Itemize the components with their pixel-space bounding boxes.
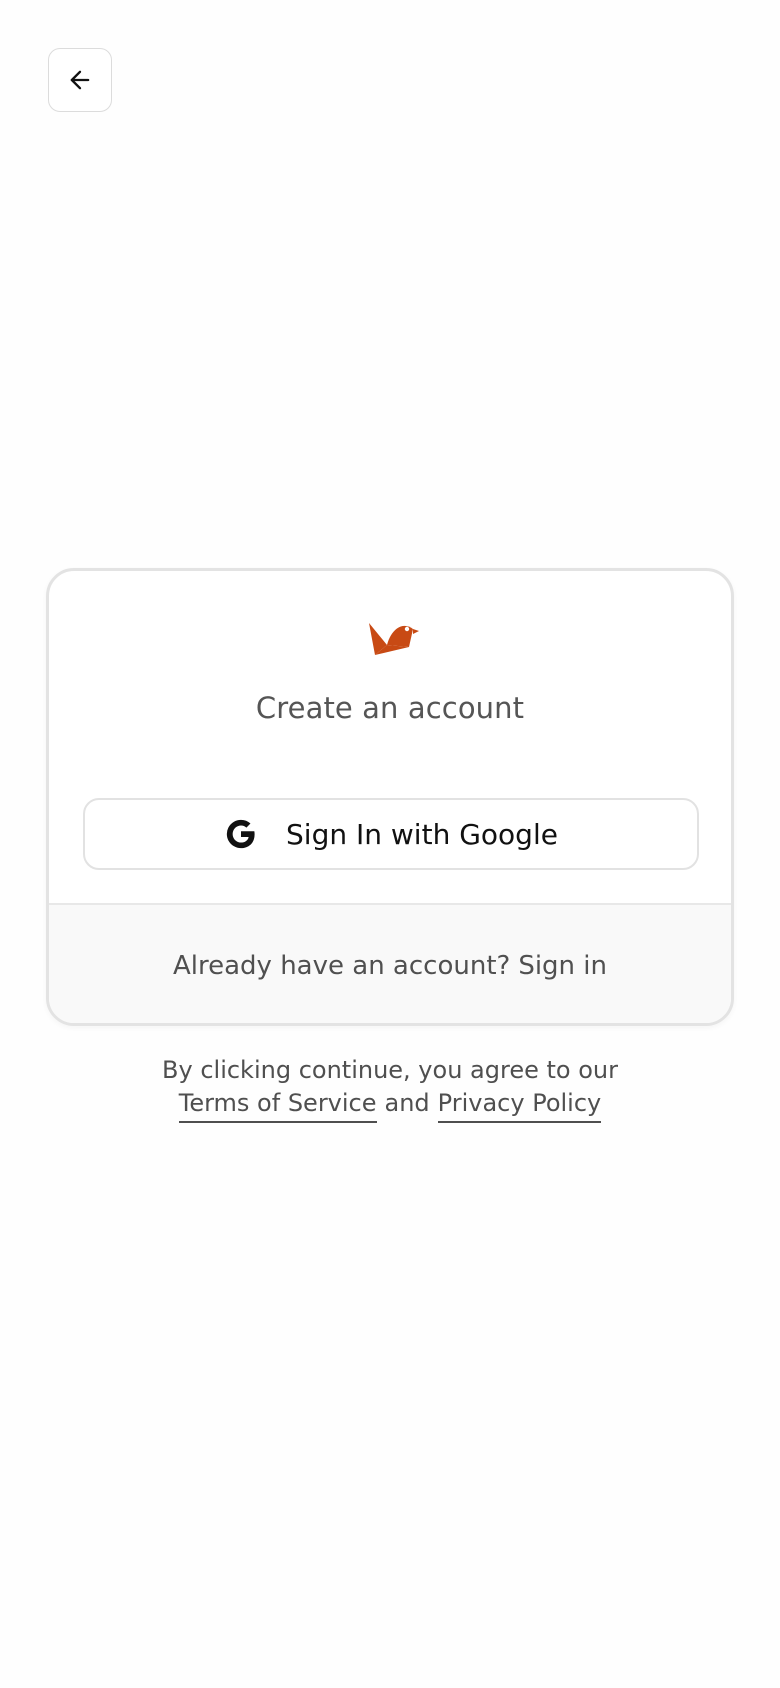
bird-logo-icon xyxy=(367,619,419,657)
card-footer: Already have an account? Sign in xyxy=(49,903,731,1023)
privacy-policy-link[interactable]: Privacy Policy xyxy=(437,1087,602,1123)
signup-card: Create an account Sign In with Google Al… xyxy=(46,568,734,1026)
legal-conjunction: and xyxy=(384,1089,430,1117)
page-title: Create an account xyxy=(255,691,525,725)
signin-prompt-text: Already have an account? xyxy=(172,950,511,981)
signin-link[interactable]: Sign in xyxy=(518,951,607,981)
google-signin-button[interactable]: Sign In with Google xyxy=(83,798,699,870)
signin-prompt: Already have an account? Sign in xyxy=(173,951,607,981)
legal-text: By clicking continue, you agree to our xyxy=(162,1056,618,1084)
back-button[interactable] xyxy=(48,48,112,112)
legal-notice: By clicking continue, you agree to our T… xyxy=(0,1054,780,1123)
google-icon xyxy=(224,817,286,851)
arrow-left-icon xyxy=(66,66,94,94)
card-body: Create an account Sign In with Google xyxy=(49,571,731,903)
signup-page: Create an account Sign In with Google Al… xyxy=(0,0,780,1688)
terms-of-service-link[interactable]: Terms of Service xyxy=(178,1087,377,1123)
legal-links: Terms of Service and Privacy Policy xyxy=(0,1087,780,1123)
google-button-label: Sign In with Google xyxy=(286,817,558,851)
